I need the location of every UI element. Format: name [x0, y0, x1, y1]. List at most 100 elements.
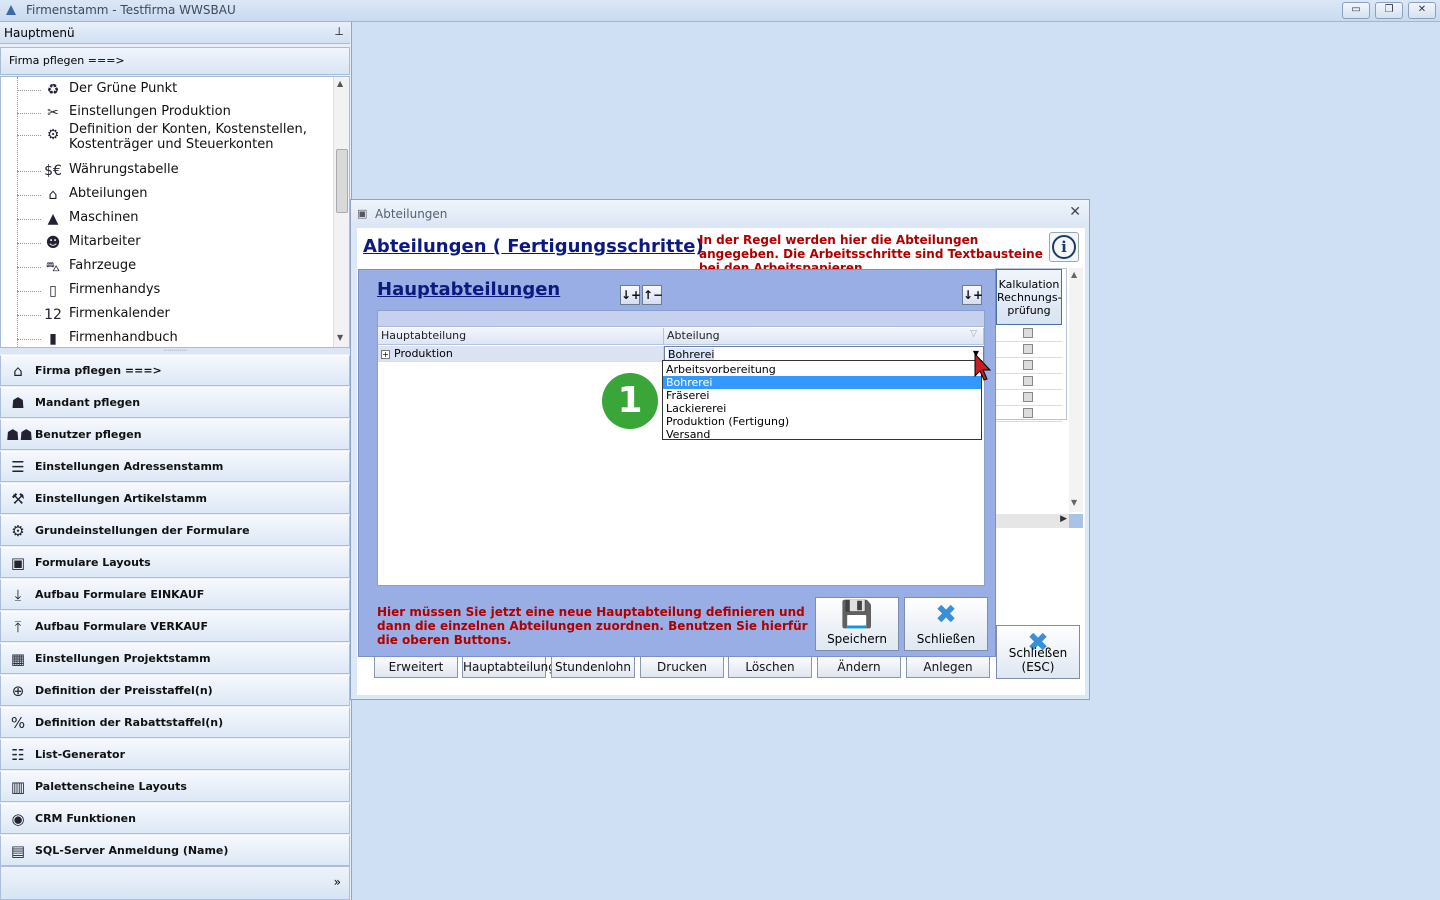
dropdown-option[interactable]: Produktion (Fertigung): [663, 415, 981, 428]
checkbox[interactable]: [1023, 376, 1033, 386]
tree-item[interactable]: ⚙ Definition der Konten, Kostenstellen, K…: [17, 122, 327, 152]
user-icon: ☗: [11, 394, 25, 412]
dropdown-option[interactable]: Arbeitsvorbereitung: [663, 363, 981, 376]
tree-item[interactable]: 12 Firmenkalender: [17, 304, 327, 326]
grid-horizontal-scrollbar[interactable]: ▶: [995, 514, 1069, 528]
nav-item[interactable]: ⤓ Aufbau Formulare EINKAUF: [0, 579, 350, 610]
nav-item[interactable]: ☗☗ Benutzer pflegen: [0, 419, 350, 450]
checkbox[interactable]: [1023, 328, 1033, 338]
main-menu-panel: Hauptmenü ⊥ Firma pflegen ===> ♻ Der Grün…: [0, 22, 352, 900]
firma-pflegen-header[interactable]: Firma pflegen ===>: [0, 47, 350, 75]
add-below-icon[interactable]: ↓+: [620, 285, 641, 305]
nav-item[interactable]: ⚒ Einstellungen Artikelstamm: [0, 483, 350, 514]
upload-icon: ⤒: [14, 618, 22, 636]
car-icon: ⛍: [45, 259, 61, 275]
close-button[interactable]: ✕: [1408, 2, 1436, 19]
tree-connector: [17, 267, 41, 268]
checkbox[interactable]: [1023, 392, 1033, 402]
panel-splitter[interactable]: ⋯⋯⋯⋯: [0, 348, 350, 354]
anlegen-button[interactable]: Anlegen: [906, 656, 990, 678]
tree-item-label: Firmenhandys: [69, 282, 161, 297]
abteilung-dropdown-list: Arbeitsvorbereitung Bohrerei Fräserei La…: [662, 360, 982, 441]
calendar-icon: 12: [44, 307, 62, 323]
pin-icon[interactable]: ⊥: [334, 25, 344, 38]
dropdown-option[interactable]: Versand: [663, 428, 981, 441]
add-item-icon[interactable]: ↓+: [962, 285, 983, 305]
nav-item-label: Definition der Rabattstaffel(n): [35, 716, 224, 729]
move-up-icon[interactable]: ↑−: [642, 285, 663, 305]
checkbox[interactable]: [1023, 360, 1033, 370]
expand-chevron-icon[interactable]: »: [334, 875, 341, 889]
stundenlohn-button[interactable]: Stundenlohn: [551, 656, 635, 678]
abteilungen-window-titlebar: ▣ Abteilungen ✕: [351, 200, 1089, 227]
tree-item-label: Firmenkalender: [69, 306, 170, 321]
tree-connector: [17, 243, 41, 244]
scroll-down-icon[interactable]: ▼: [337, 333, 343, 342]
nav-item[interactable]: % Definition der Rabattstaffel(n): [0, 707, 350, 738]
nav-item[interactable]: ☰ Einstellungen Adressenstamm: [0, 451, 350, 482]
hauptabteilungen-dialog: Hauptabteilungen ↓+ ↑− ↓+ Hauptabteilung…: [358, 269, 996, 657]
filter-icon[interactable]: ▽: [970, 329, 977, 339]
tree-item[interactable]: ⌂ Abteilungen: [17, 184, 327, 206]
nav-item[interactable]: ▦ Einstellungen Projektstamm: [0, 643, 350, 674]
tree-item[interactable]: $€ Währungstabelle: [17, 160, 327, 182]
checkbox[interactable]: [1023, 344, 1033, 354]
checkbox[interactable]: [1023, 408, 1033, 418]
hauptabteilungen-title: Hauptabteilungen: [377, 279, 561, 300]
nav-item[interactable]: ▥ Palettenscheine Layouts: [0, 771, 350, 802]
window-close-icon[interactable]: ✕: [1069, 204, 1081, 220]
loeschen-button[interactable]: Löschen: [728, 656, 812, 678]
abteilungen-grid: Kalkulation Rechnungs-prüfung: [995, 268, 1067, 422]
schliessen-esc-button[interactable]: ✖ Schließen (ESC): [996, 625, 1080, 679]
nav-item[interactable]: ⊕ Definition der Preisstaffel(n): [0, 675, 350, 706]
hauptabteilung-button[interactable]: Hauptabteilung: [462, 656, 556, 678]
nav-item[interactable]: ◉ CRM Funktionen: [0, 803, 350, 834]
tree-item[interactable]: ▲ Maschinen: [17, 208, 327, 230]
nav-item[interactable]: ⌂ Firma pflegen ===>: [0, 355, 350, 386]
column-header-abteilung[interactable]: Abteilung ▽: [664, 328, 984, 345]
nav-item-label: Firma pflegen ===>: [35, 364, 162, 377]
tree-scrollbar[interactable]: ▲ ▼: [333, 77, 349, 347]
nav-item[interactable]: ⤒ Aufbau Formulare VERKAUF: [0, 611, 350, 642]
nav-item[interactable]: ⚙ Grundeinstellungen der Formulare: [0, 515, 350, 546]
dropdown-option[interactable]: Lackiererei: [663, 402, 981, 415]
restore-button[interactable]: ❐: [1375, 2, 1403, 19]
schliessen-esc-label: Schließen (ESC): [1008, 646, 1068, 674]
tree-item[interactable]: ☻ Mitarbeiter: [17, 232, 327, 254]
main-menu-title: Hauptmenü: [4, 26, 75, 40]
schliessen-button[interactable]: ✖ Schließen: [904, 597, 988, 651]
minimize-button[interactable]: ▭: [1342, 2, 1370, 19]
app-icon: [6, 5, 16, 15]
nav-item[interactable]: ☗ Mandant pflegen: [0, 387, 350, 418]
tree-item[interactable]: ▮ Firmenhandbuch: [17, 328, 327, 347]
aendern-button[interactable]: Ändern: [817, 656, 901, 678]
drucken-button[interactable]: Drucken: [640, 656, 724, 678]
phone-icon: ▯: [49, 283, 57, 299]
dropdown-option[interactable]: Fräserei: [663, 389, 981, 402]
tree-connector: [17, 90, 41, 91]
tree-scroll-thumb[interactable]: [336, 149, 348, 213]
tree-item-label: Einstellungen Produktion: [69, 104, 231, 119]
dropdown-option-selected[interactable]: Bohrerei: [663, 376, 981, 389]
info-button[interactable]: i: [1049, 232, 1079, 262]
form-settings-icon: ⚙: [11, 522, 25, 540]
tree-connector: [17, 315, 41, 316]
tree-item[interactable]: ♻ Der Grüne Punkt: [17, 79, 327, 101]
nav-item[interactable]: ☷ List-Generator: [0, 739, 350, 770]
column-header-hauptabteilung[interactable]: Hauptabteilung: [378, 328, 664, 345]
expand-icon[interactable]: +: [381, 349, 390, 359]
grid-vertical-scrollbar[interactable]: ▲ ▼: [1069, 268, 1083, 512]
tree-item[interactable]: ⛍ Fahrzeuge: [17, 256, 327, 278]
tree-item[interactable]: ▯ Firmenhandys: [17, 280, 327, 302]
tree-item[interactable]: ✂ Einstellungen Produktion: [17, 102, 327, 124]
column-header-kalkulation[interactable]: Kalkulation Rechnungs-prüfung: [996, 269, 1062, 325]
nav-item[interactable]: ▣ Formulare Layouts: [0, 547, 350, 578]
scroll-up-icon[interactable]: ▲: [337, 79, 343, 88]
nav-item[interactable]: ▤ SQL-Server Anmeldung (Name): [0, 835, 350, 866]
speichern-button[interactable]: 💾 Speichern: [815, 597, 899, 651]
scroll-up-icon[interactable]: ▲: [1071, 270, 1077, 279]
erweitert-button[interactable]: Erweitert: [374, 656, 458, 678]
table-row[interactable]: + Produktion: [378, 346, 664, 362]
scroll-right-icon[interactable]: ▶: [1060, 514, 1067, 524]
scroll-down-icon[interactable]: ▼: [1071, 498, 1077, 507]
